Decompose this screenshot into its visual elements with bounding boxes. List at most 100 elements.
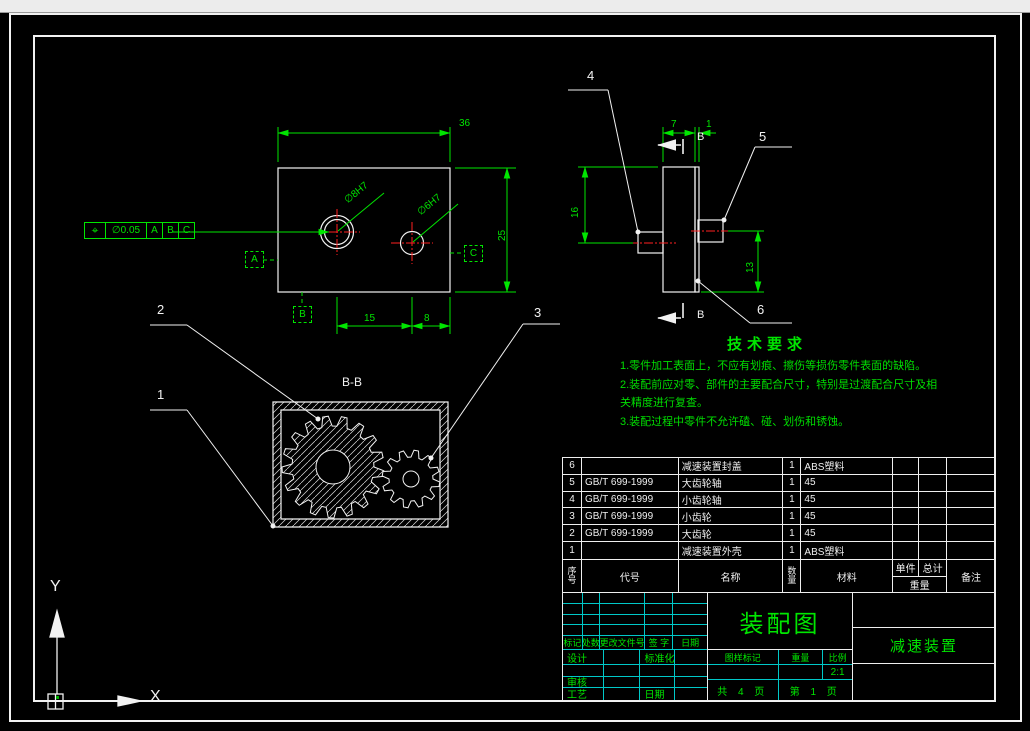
scale-value: 2:1 (830, 666, 845, 678)
page-current: 第 1 页 (789, 686, 841, 698)
bom-material: 45 (801, 474, 894, 491)
balloon-3: 3 (534, 305, 542, 320)
bom-no: 1 (563, 541, 582, 559)
bom-row-4: 4 GB/T 699-1999 小齿轮轴 1 45 (563, 491, 995, 509)
revision-row (563, 625, 707, 637)
bom-header-unit: 单件 (893, 559, 920, 576)
label-scale: 比例 (828, 652, 847, 663)
drawing-title: 装配图 (708, 593, 852, 651)
label-change-doc: 更改文件号 (599, 636, 646, 650)
balloon-5: 5 (759, 129, 767, 144)
side-view-body (637, 166, 724, 293)
label-audit: 审核 (563, 676, 604, 687)
label-mark: 标记 (563, 636, 583, 650)
bom-row-6: 6 减速装置封盖 1 ABS塑料 (563, 458, 995, 475)
pages-row: 共 4 页 第 1 页 (708, 680, 852, 700)
bom-qty: 1 (783, 458, 802, 474)
fcf-datum-a: A (146, 222, 162, 239)
tech-req-line-2: 2.装配前应对零、部件的主要配合尺寸，特别是过渡配合尺寸及相关精度进行复查。 (620, 378, 938, 410)
bom-header-qty: 数量 (783, 559, 802, 593)
bom-qty: 1 (783, 474, 802, 491)
bom-header-note: 备注 (961, 572, 982, 584)
label-signature: 签 字 (645, 636, 674, 650)
bom-name: 大齿轮 (679, 525, 784, 541)
bom-material: ABS塑料 (801, 541, 894, 559)
bom-code (582, 458, 679, 474)
bom-qty: 1 (783, 508, 802, 525)
bom-row-5: 5 GB/T 699-1999 大齿轮轴 1 45 (563, 474, 995, 492)
side-view-dimensions (578, 127, 764, 293)
front-view-dimensions (172, 127, 516, 334)
bom-no: 2 (563, 525, 582, 541)
bom-material: 45 (801, 491, 894, 508)
label-process: 工艺 (563, 687, 604, 700)
section-label-b-bottom: B (697, 309, 705, 321)
title-block-revision-area: 标记 处数 更改文件号 签 字 日期 设计 标准化 审核 工艺 日期 (563, 593, 708, 700)
design-row: 设计 标准化 (563, 650, 707, 666)
label-date: 日期 (681, 638, 700, 649)
tech-requirements-title: 技术要求 (727, 336, 808, 353)
drawing-no-cell (853, 664, 995, 700)
revision-row (563, 593, 707, 604)
bom-header-no: 序号 (563, 559, 582, 593)
ucs-icon (47, 608, 142, 710)
product-name: 减速装置 (853, 628, 995, 665)
label-drawing-mark: 图样标记 (708, 650, 779, 665)
bom-header-material: 材料 (801, 559, 894, 593)
bom-material: 45 (801, 508, 894, 525)
label-weight: 重量 (779, 650, 824, 665)
balloon-6: 6 (757, 302, 765, 317)
bom-header-total: 总计 (922, 564, 943, 576)
front-view-datum-connectors (263, 252, 464, 306)
title-block-right: 减速装置 (853, 593, 995, 700)
balloon-2: 2 (157, 302, 165, 317)
bom-table: 6 减速装置封盖 1 ABS塑料 5 GB/T 699-1999 大齿轮轴 1 … (562, 457, 996, 593)
front-view-centerlines (314, 209, 433, 264)
bom-material: ABS塑料 (801, 458, 894, 474)
dim-36: 36 (459, 118, 471, 129)
blank-row (563, 665, 707, 677)
bom-header-weight: 重量 (909, 581, 930, 593)
mark-weight-scale-row: 图样标记 重量 比例 (708, 650, 852, 666)
bom-no: 4 (563, 491, 582, 508)
label-standardization: 标准化 (640, 650, 676, 665)
label-count: 处数 (582, 636, 600, 650)
datum-flag-b: B (293, 306, 312, 323)
bom-code: GB/T 699-1999 (582, 508, 679, 525)
tech-requirements-body: 1.零件加工表面上，不应有划痕、擦伤等损伤零件表面的缺陷。 2.装配前应对零、部… (620, 357, 948, 431)
process-row: 工艺 日期 (563, 687, 707, 700)
dim-8: 8 (424, 313, 430, 324)
dim-13: 13 (745, 261, 756, 273)
bom-row-1: 1 减速装置外壳 1 ABS塑料 (563, 541, 995, 559)
ucs-origin-marker (56, 696, 59, 699)
mark-grid-row: 2:1 (708, 665, 852, 681)
bom-qty: 1 (783, 491, 802, 508)
label-design: 设计 (563, 650, 604, 665)
bom-name: 大齿轮轴 (679, 474, 784, 491)
bom-row-2: 2 GB/T 699-1999 大齿轮 1 45 (563, 525, 995, 542)
company-cell (853, 593, 995, 628)
bom-material: 45 (801, 525, 894, 541)
title-block: 标记 处数 更改文件号 签 字 日期 设计 标准化 审核 工艺 日期 装配图 图… (562, 593, 996, 701)
label-date2: 日期 (640, 687, 676, 700)
bom-name: 减速装置封盖 (679, 458, 784, 474)
side-view-centerlines (629, 230, 734, 244)
bom-no: 6 (563, 458, 582, 474)
large-gear (281, 415, 385, 519)
fcf-datum-b: B (162, 222, 178, 239)
bom-code: GB/T 699-1999 (582, 525, 679, 541)
dim-25: 25 (497, 229, 508, 241)
section-cut-arrows (657, 139, 684, 324)
tech-req-line-1: 1.零件加工表面上，不应有划痕、擦伤等损伤零件表面的缺陷。 (620, 360, 927, 372)
bom-header-name: 名称 (679, 559, 784, 593)
bom-name: 小齿轮 (679, 508, 784, 525)
dim-7: 7 (671, 119, 677, 130)
bom-code: GB/T 699-1999 (582, 474, 679, 491)
cad-canvas[interactable]: 36 25 15 8 ∅8H7 ∅6H7 ⌖ ∅0.05 A B C A B C… (0, 0, 1030, 731)
bom-header-code: 代号 (582, 559, 679, 593)
bom-code: GB/T 699-1999 (582, 491, 679, 508)
dim-15: 15 (364, 313, 376, 324)
datum-flag-c: C (464, 245, 483, 262)
ucs-y-label: Y (50, 578, 61, 595)
fcf-datum-c: C (178, 222, 195, 239)
